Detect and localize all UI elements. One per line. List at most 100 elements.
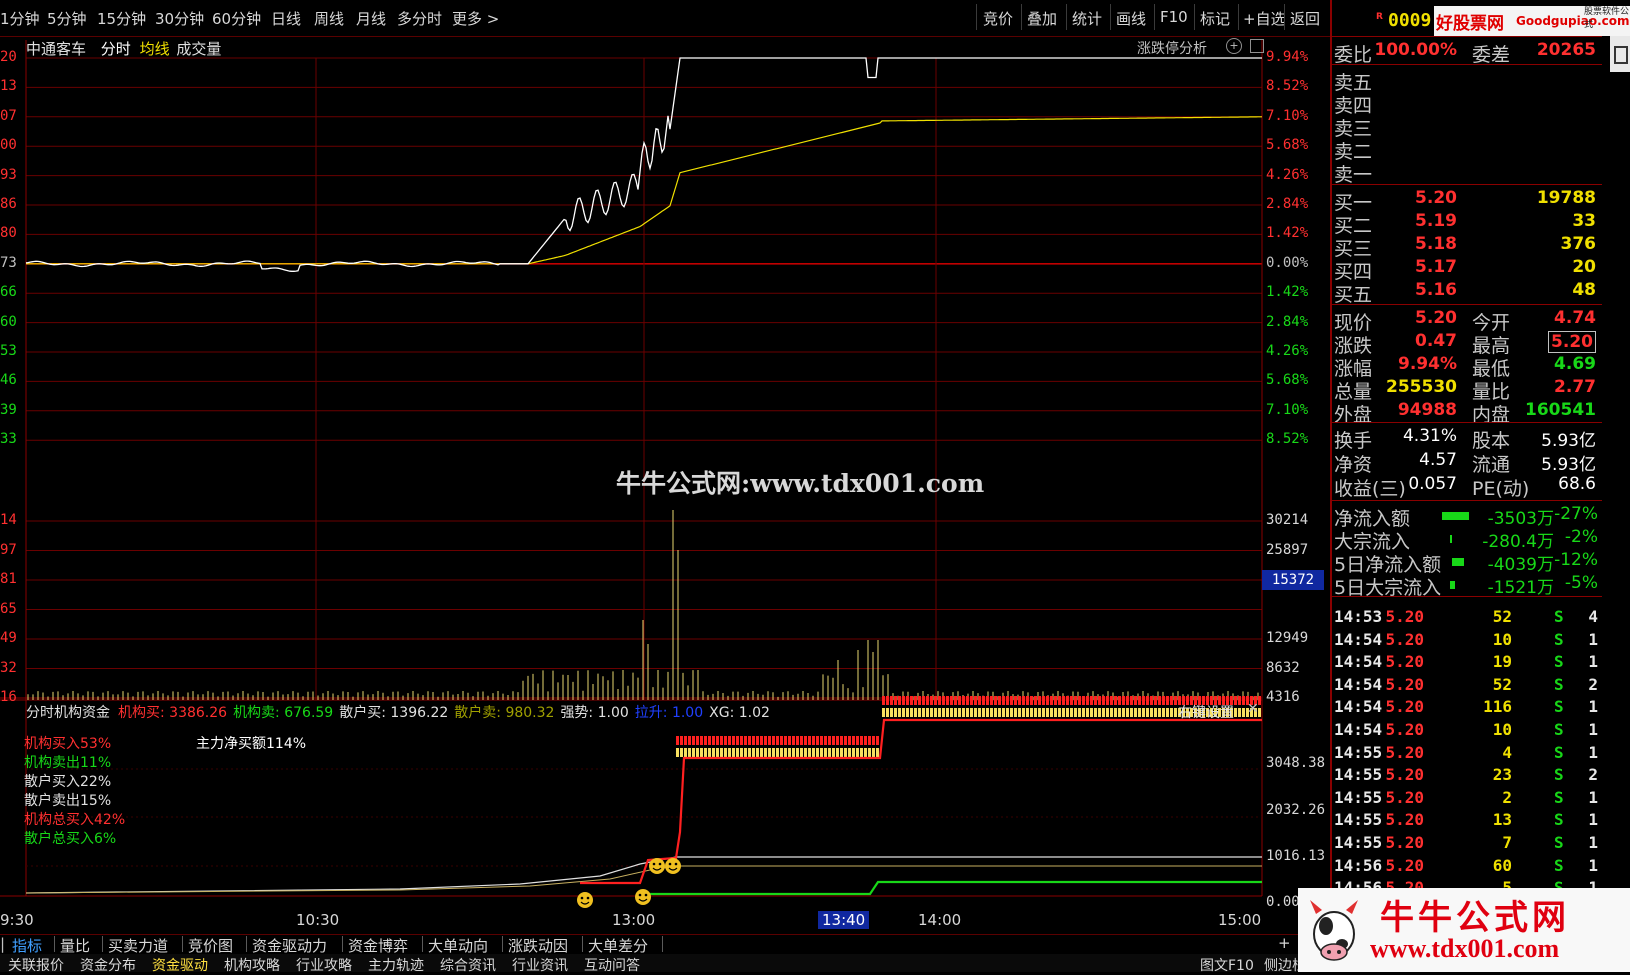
fund-flow-bar [1452,558,1464,566]
inst-buy-bar [1010,696,1013,705]
inst-buy-bar [1158,696,1161,705]
panel-scroll-tab[interactable] [1610,36,1630,72]
time-tick: 13:40 [818,911,870,929]
inst-buy-bar [804,748,807,757]
inst-buy-bar [1034,696,1037,705]
inst-buy-bar [788,736,791,745]
add-tab-icon[interactable]: + [1278,934,1291,952]
period-15min[interactable]: 15分钟 [97,8,146,29]
stats-button[interactable]: 统计 [1072,8,1102,29]
quote-stat-row: 涨幅 9.94% 最低 4.69 [1334,354,1596,380]
overlay-button[interactable]: 叠加 [1027,8,1057,29]
bottom-subtab[interactable]: 互动问答 [584,955,640,975]
inst-buy-bar [844,748,847,757]
bottom-subtab[interactable]: 行业资讯 [512,955,568,975]
period-month[interactable]: 月线 [356,8,386,29]
bid-row: 买三 5.18 376 [1334,234,1596,260]
inst-buy-bar [1114,708,1117,717]
inst-buy-bar [1046,708,1049,717]
period-day[interactable]: 日线 [271,8,301,29]
inst-buy-bar [820,748,823,757]
inst-buy-bar [848,748,851,757]
bottom-tab[interactable]: 指标 [12,935,42,956]
bottom-tab[interactable]: 大单动向 [428,935,488,956]
period-5min[interactable]: 5分钟 [47,8,87,29]
tick-row: 14:55 5.20 13 S 1 [1334,810,1598,830]
window-toggle-icon[interactable] [1250,39,1264,53]
right-click-settings[interactable]: 右键设置 [1178,702,1234,722]
quote-panel: R 0009 好股票网 Goodgupiao.com 股票软件公式 委比 100… [1298,0,1630,972]
back-button[interactable]: 返回 [1290,8,1320,29]
inst-buy-bar [740,736,743,745]
auction-button[interactable]: 竞价 [983,8,1013,29]
price-tick-left: 20 [0,49,17,65]
inst-buy-bar [800,748,803,757]
period-more[interactable]: 更多 > [452,8,499,29]
smiley-signal-icon [665,858,681,874]
limit-analysis-link[interactable]: 涨跌停分析 [1137,38,1207,58]
bid-row: 买五 5.16 48 [1334,280,1596,306]
indicator-tick: 3048.38 [1266,755,1326,771]
bottom-tab[interactable]: 竞价图 [188,935,233,956]
inst-buy-bar [1050,708,1053,717]
inst-buy-bar [1146,708,1149,717]
inst-buy-bar [1086,696,1089,705]
inst-buy-bar [864,736,867,745]
indicator-header-item: 拉升: 1.00 [634,705,704,721]
inst-buy-bar [1006,696,1009,705]
period-30min[interactable]: 30分钟 [155,8,204,29]
inst-buy-bar [1010,708,1013,717]
inst-buy-bar [1002,696,1005,705]
bottom-tab[interactable]: 涨跌动因 [508,935,568,956]
inst-buy-bar [728,748,731,757]
inst-buy-bar [1038,708,1041,717]
bottom-tab[interactable]: 资金驱动力 [252,935,327,956]
bottom-tab[interactable]: 资金博弈 [348,935,408,956]
bottom-subtab[interactable]: 行业攻略 [296,955,352,975]
period-multi[interactable]: 多分时 [397,8,442,29]
close-icon[interactable]: ✕ [1247,701,1259,717]
f10-button[interactable]: F10 [1160,8,1188,26]
bottom-subtab[interactable]: 资金驱动 [152,955,208,975]
expand-icon[interactable]: + [1226,38,1242,54]
volume-tick-right: 12949 [1266,630,1309,646]
inst-buy-bar [764,748,767,757]
bottom-subtab[interactable]: 机构攻略 [224,955,280,975]
inst-buy-bar [1058,708,1061,717]
bottom-tab[interactable]: 买卖力道 [108,935,168,956]
bottom-subtab[interactable]: 主力轨迹 [368,955,424,975]
bottom-subtab[interactable]: 资金分布 [80,955,136,975]
add-favorite-button[interactable]: +自选 [1243,8,1286,29]
inst-buy-bar [1170,708,1173,717]
ask-row: 卖三 [1334,118,1373,140]
bottom-subtab[interactable]: 关联报价 [8,955,64,975]
period-60min[interactable]: 60分钟 [212,8,261,29]
bottom-subtab[interactable]: 综合资讯 [440,955,496,975]
inst-buy-bar [704,748,707,757]
weibi-row: 委比 100.00% 委差 20265 [1334,40,1596,66]
bottom-tab[interactable]: 大单差分 [588,935,648,956]
inst-buy-bar [816,748,819,757]
indicator-header: 分时机构资金 机构买: 3386.26 机构卖: 676.59 散户买: 1396.2… [26,702,776,722]
inst-buy-bar [800,736,803,745]
period-1min[interactable]: 1分钟 [0,8,40,29]
bottom-tab[interactable]: 量比 [60,935,90,956]
inst-buy-bar [930,696,933,705]
net-buy-label: 主力净买额114% [196,736,307,752]
time-tick: 14:00 [918,911,962,929]
inst-buy-bar [894,708,897,717]
inst-buy-bar [982,708,985,717]
inst-buy-bar [990,708,993,717]
inst-buy-bar [990,696,993,705]
inst-buy-bar [736,748,739,757]
inst-buy-bar [1082,708,1085,717]
inst-buy-bar [712,736,715,745]
indicator-header-item: 强势: 1.00 [560,705,629,721]
inst-buy-bar [752,736,755,745]
cow-logo-icon [1304,892,1364,964]
period-week[interactable]: 周线 [314,8,344,29]
f10-graphic-tab[interactable]: 图文F10 [1200,955,1254,975]
draw-line-button[interactable]: 画线 [1116,8,1146,29]
inst-buy-bar [950,696,953,705]
mark-button[interactable]: 标记 [1200,8,1230,29]
